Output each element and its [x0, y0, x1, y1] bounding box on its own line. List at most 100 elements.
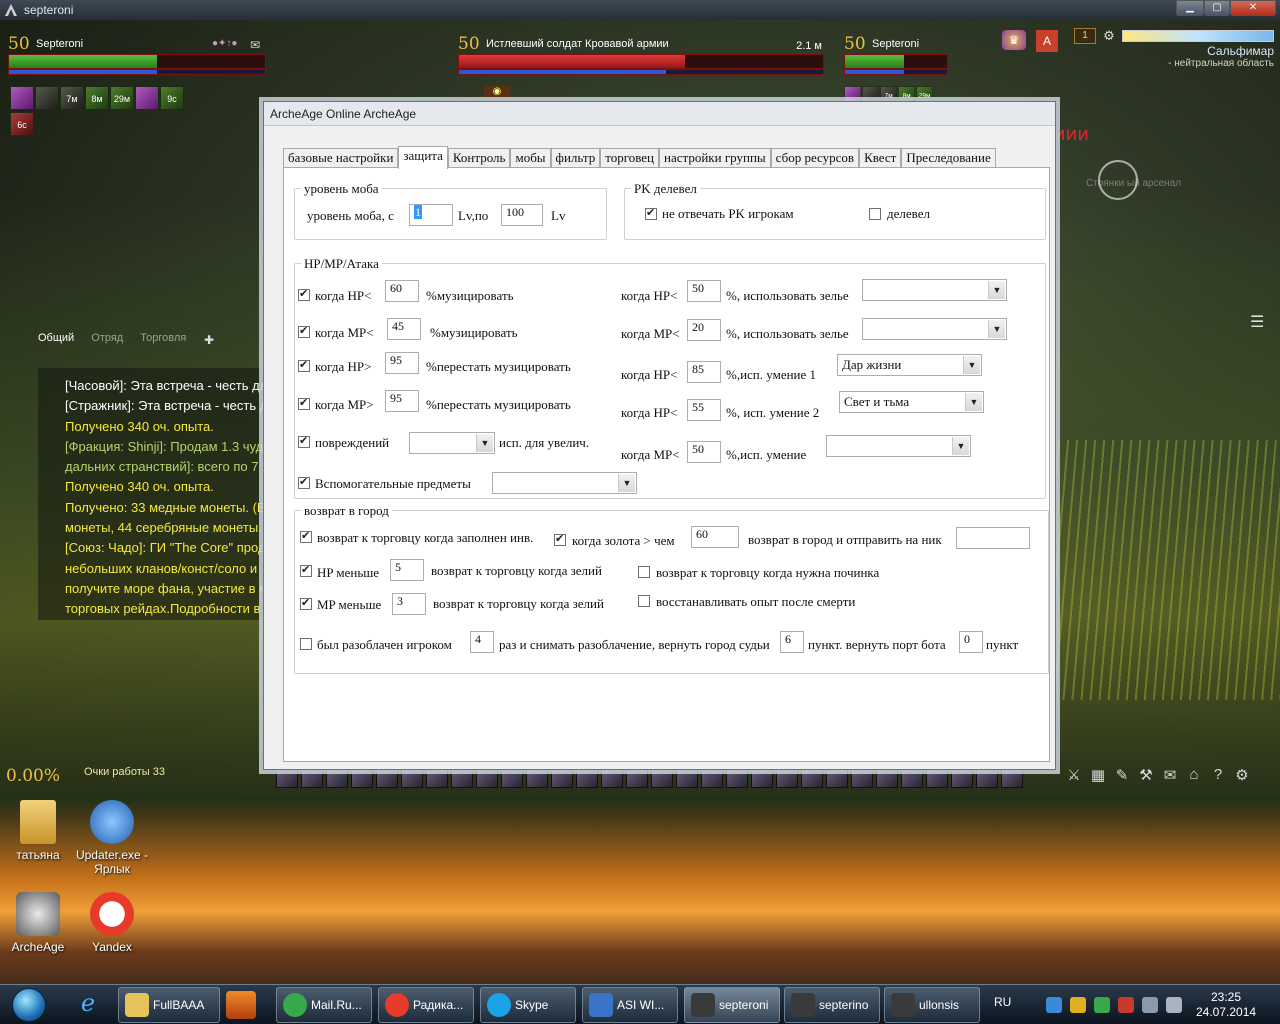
hotbar-slot[interactable] [851, 768, 873, 788]
hotbar-slot[interactable] [776, 768, 798, 788]
map-icon[interactable]: ▦ [1088, 766, 1108, 784]
mp-less-input[interactable]: 3 [392, 593, 426, 615]
taskbar-button-asi[interactable]: ASI WI... [582, 987, 678, 1023]
mob-level-to-input[interactable]: 100 [501, 204, 543, 226]
chat-tab-party[interactable]: Отряд [91, 332, 123, 344]
language-indicator[interactable]: RU [994, 995, 1011, 1009]
add-tab-icon[interactable]: ✚ [204, 333, 214, 347]
aux-items-checkbox[interactable] [298, 475, 310, 489]
buff-icon[interactable]: 6с [10, 112, 34, 136]
hp-high-stop-checkbox[interactable] [298, 358, 310, 372]
hp-skill2-dropdown[interactable]: Свет и тьма ▼ [839, 391, 984, 413]
media-player-icon[interactable] [226, 991, 256, 1019]
security-icon[interactable] [1070, 997, 1086, 1013]
hp-potion-input[interactable]: 50 [687, 280, 721, 302]
nick-input[interactable] [956, 527, 1030, 549]
hotbar-slot[interactable] [451, 768, 473, 788]
archeage-shop-icon[interactable]: A [1036, 30, 1058, 52]
start-button[interactable] [2, 985, 56, 1024]
hotbar-slot[interactable] [276, 768, 298, 788]
hp-low-music-checkbox[interactable] [298, 287, 310, 301]
buff-icon[interactable]: 8м [85, 86, 109, 110]
swords-icon[interactable]: ⚔ [1064, 766, 1084, 784]
hp-less-input[interactable]: 5 [390, 559, 424, 581]
hotbar-slot[interactable] [901, 768, 923, 788]
hp-potion-dropdown[interactable]: ▼ [862, 279, 1007, 301]
hotbar-slot[interactable] [701, 768, 723, 788]
buff-icon[interactable] [10, 86, 34, 110]
tab-protection[interactable]: защита [398, 146, 448, 169]
hp-low-music-input[interactable]: 60 [385, 280, 419, 302]
taskbar-button-mailru[interactable]: Mail.Ru... [276, 987, 372, 1023]
buff-icon[interactable]: 7м [60, 86, 84, 110]
taskbar-button-radika[interactable]: Радика... [378, 987, 474, 1023]
tab-quest[interactable]: Квест [859, 148, 902, 168]
flag-icon[interactable] [1118, 997, 1134, 1013]
buff-icon[interactable] [35, 86, 59, 110]
mp-high-stop-input[interactable]: 95 [385, 390, 419, 412]
close-button[interactable]: ✕ [1230, 0, 1276, 16]
mp-less-checkbox[interactable] [300, 596, 312, 610]
taskbar-button-skype[interactable]: Skype [480, 987, 576, 1023]
buff-icon[interactable]: 29м [110, 86, 134, 110]
taskbar-button-ullonsis[interactable]: ullonsis [884, 987, 980, 1023]
hotbar-slot[interactable] [551, 768, 573, 788]
hp-skill2-input[interactable]: 55 [687, 399, 721, 421]
hotbar-slot[interactable] [376, 768, 398, 788]
tab-trader[interactable]: торговец [600, 148, 660, 168]
hp-less-checkbox[interactable] [300, 563, 312, 577]
taskbar-button-septeroni[interactable]: septeroni [684, 987, 780, 1023]
hotbar-slot[interactable] [976, 768, 998, 788]
gold-box[interactable]: 1 [1074, 28, 1096, 44]
hotbar-slot[interactable] [301, 768, 323, 788]
judge-city-input[interactable]: 6 [780, 631, 804, 653]
buff-icon[interactable]: 9с [160, 86, 184, 110]
tab-control[interactable]: Контроль [447, 148, 511, 168]
pk-no-reply-checkbox[interactable] [645, 206, 657, 220]
hp-skill1-dropdown[interactable]: Дар жизни ▼ [837, 354, 982, 376]
chat-log[interactable]: [Часовой]: Эта встреча - честь для [Страж… [38, 368, 264, 620]
hotbar-slot[interactable] [651, 768, 673, 788]
scroll-icon[interactable]: ✎ [1112, 766, 1132, 784]
hotbar-slot[interactable] [876, 768, 898, 788]
gold-checkbox[interactable] [554, 532, 566, 546]
hotbar-slot[interactable] [476, 768, 498, 788]
hotbar-slot[interactable] [526, 768, 548, 788]
mob-level-from-input[interactable]: 1 [409, 204, 453, 226]
mp-high-stop-checkbox[interactable] [298, 396, 310, 410]
aux-items-dropdown[interactable]: ▼ [492, 472, 637, 494]
dialog-caption[interactable]: ArcheAge Online ArcheAge [264, 102, 1055, 126]
hotbar-slot[interactable] [626, 768, 648, 788]
tab-basic-settings[interactable]: базовые настройки [283, 148, 399, 168]
hotbar-slot[interactable] [501, 768, 523, 788]
tab-filter[interactable]: фильтр [550, 148, 601, 168]
hotbar-slot[interactable] [951, 768, 973, 788]
network-icon[interactable] [1046, 997, 1062, 1013]
restore-xp-checkbox[interactable] [638, 595, 650, 607]
volume-icon[interactable] [1166, 997, 1182, 1013]
clock[interactable]: 23:25 24.07.2014 [1196, 990, 1256, 1020]
help-icon[interactable]: ? [1208, 766, 1228, 784]
damage-dropdown[interactable]: ▼ [409, 432, 495, 454]
desktop-icon-updater[interactable]: Updater.exe - Ярлык [72, 800, 152, 876]
taskbar-button-septerino[interactable]: septerino [784, 987, 880, 1023]
taskbar-button-fullbaaa[interactable]: FullBAAA [118, 987, 220, 1023]
hotbar-slot[interactable] [1001, 768, 1023, 788]
damage-checkbox[interactable] [298, 434, 310, 448]
mail-icon[interactable]: ✉ [250, 38, 260, 52]
tool-icon[interactable]: ⚒ [1136, 766, 1156, 784]
tab-gathering[interactable]: сбор ресурсов [770, 148, 860, 168]
hotbar-slot[interactable] [401, 768, 423, 788]
chat-tab-trade[interactable]: Торговля [140, 332, 186, 344]
internet-explorer-icon[interactable]: e [66, 989, 110, 1021]
exposed-checkbox[interactable] [300, 638, 312, 650]
tab-mobs[interactable]: мобы [510, 148, 551, 168]
hotbar-slot[interactable] [576, 768, 598, 788]
mp-skill-dropdown[interactable]: ▼ [826, 435, 971, 457]
full-inv-checkbox[interactable] [300, 529, 312, 543]
mp-low-music-checkbox[interactable] [298, 324, 310, 338]
mail-icon[interactable]: ✉ [1160, 766, 1180, 784]
tab-pursuit[interactable]: Преследование [901, 148, 996, 168]
hotbar-slot[interactable] [601, 768, 623, 788]
hotbar-slot[interactable] [726, 768, 748, 788]
